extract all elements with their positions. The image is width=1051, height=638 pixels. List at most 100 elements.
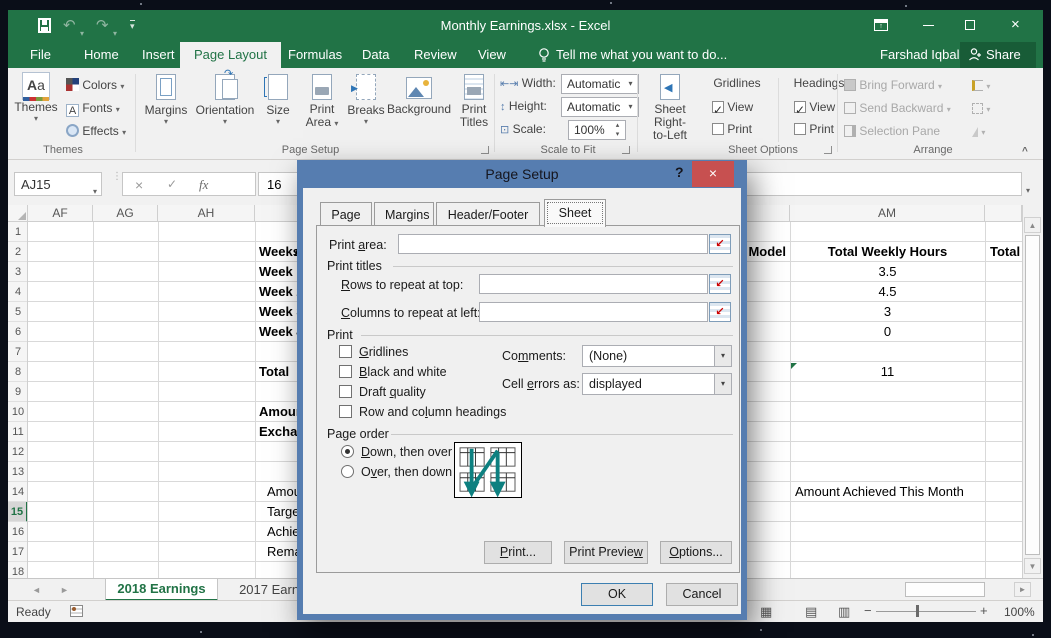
page-setup-dialog-launcher-icon[interactable] <box>481 146 489 154</box>
row-header[interactable]: 6 <box>8 322 28 342</box>
print-area-button[interactable]: Print Area ▾ <box>300 74 344 130</box>
tab-page-layout[interactable]: Page Layout <box>180 42 281 68</box>
row-header[interactable]: 5 <box>8 302 28 322</box>
fonts-button[interactable]: A Fonts ▾ <box>66 97 120 119</box>
vertical-scroll-thumb[interactable] <box>1025 235 1040 555</box>
gridlines-print-checkbox[interactable]: Print <box>712 118 752 140</box>
zoom-in-icon[interactable]: + <box>980 603 988 618</box>
sheet-nav-right-icon[interactable]: ► <box>60 585 69 595</box>
row-column-headings-checkbox[interactable] <box>339 405 352 418</box>
name-box-splitter[interactable]: ⋮ <box>112 174 122 180</box>
confirm-entry-icon[interactable]: ✓ <box>167 177 177 191</box>
draft-quality-checkbox[interactable] <box>339 385 352 398</box>
send-backward-button[interactable]: Send Backward ▾ <box>844 97 951 119</box>
align-button[interactable]: ▾ <box>972 74 990 96</box>
vertical-scrollbar[interactable]: ▲ ▼ <box>1022 205 1042 578</box>
comments-dropdown[interactable]: (None)▾ <box>582 345 732 367</box>
print-button[interactable]: Print... <box>484 541 552 564</box>
width-combo-caret-icon[interactable]: ▾ <box>623 75 638 93</box>
macro-record-icon[interactable] <box>70 605 83 617</box>
zoom-slider-thumb[interactable] <box>916 605 919 617</box>
zoom-slider[interactable] <box>876 611 976 612</box>
insert-function-icon[interactable]: fx <box>199 177 208 193</box>
maximize-button[interactable] <box>965 20 975 30</box>
orientation-button[interactable]: ↷ Orientation▾ <box>194 74 256 126</box>
scale-spin-icons[interactable]: ▴▾ <box>610 121 625 139</box>
col-header-ag[interactable]: AG <box>93 205 158 222</box>
width-combo[interactable]: Automatic▾ <box>561 74 639 94</box>
zoom-level[interactable]: 100% <box>1004 605 1035 619</box>
dialog-close-icon[interactable]: × <box>692 161 734 187</box>
print-preview-button[interactable]: Print Preview <box>564 541 648 564</box>
cell-errors-dropdown[interactable]: displayed▾ <box>582 373 732 395</box>
comments-dropdown-caret-icon[interactable]: ▾ <box>714 346 731 366</box>
select-all-corner[interactable] <box>8 205 28 222</box>
cell-am8[interactable]: 11 <box>790 362 985 382</box>
col-header-am[interactable]: AM <box>790 205 985 222</box>
dialog-tab-page[interactable]: Page <box>320 202 372 226</box>
col-header-an[interactable] <box>985 205 1022 222</box>
effects-button[interactable]: Effects ▾ <box>66 120 126 142</box>
breaks-button[interactable]: ▶ Breaks▾ <box>346 74 386 126</box>
cell-am4[interactable]: 4.5 <box>790 282 985 302</box>
collapse-ribbon-icon[interactable]: ^ <box>1022 146 1028 157</box>
row-header[interactable]: 16 <box>8 522 28 542</box>
horizontal-scroll-thumb[interactable] <box>905 582 985 597</box>
group-objects-button[interactable]: ▾ <box>972 97 990 119</box>
cols-repeat-input[interactable] <box>479 302 708 322</box>
cell-an2[interactable]: Total <box>990 242 1020 262</box>
height-combo-caret-icon[interactable]: ▾ <box>623 98 638 116</box>
dialog-tab-sheet[interactable]: Sheet <box>544 199 606 227</box>
name-box-caret-icon[interactable]: ▾ <box>93 181 97 199</box>
row-header[interactable]: 2 <box>8 242 28 262</box>
cell-am5[interactable]: 3 <box>790 302 985 322</box>
height-combo[interactable]: Automatic▾ <box>561 97 639 117</box>
cell-errors-dropdown-caret-icon[interactable]: ▾ <box>714 374 731 394</box>
headings-print-checkbox[interactable]: Print <box>794 118 834 140</box>
row-header[interactable]: 13 <box>8 462 28 482</box>
dialog-tab-header-footer[interactable]: Header/Footer <box>436 202 540 226</box>
sheet-rtl-button[interactable]: ◀ Sheet Right-to-Left <box>642 74 698 142</box>
cell-ah8[interactable]: Total <box>259 362 289 382</box>
col-header-ah[interactable]: AH <box>158 205 255 222</box>
tab-home[interactable]: Home <box>70 42 133 68</box>
cancel-button[interactable]: Cancel <box>666 583 738 606</box>
tell-me-box[interactable]: Tell me what you want to do... <box>556 47 727 62</box>
scroll-up-icon[interactable]: ▲ <box>1024 217 1041 233</box>
selection-pane-button[interactable]: Selection Pane <box>844 120 940 142</box>
bring-forward-button[interactable]: Bring Forward ▾ <box>844 74 942 96</box>
print-area-input[interactable] <box>398 234 708 254</box>
tab-review[interactable]: Review <box>400 42 471 68</box>
over-then-down-radio[interactable] <box>341 465 354 478</box>
name-box[interactable]: AJ15 ▾ <box>14 172 102 196</box>
row-header[interactable]: 17 <box>8 542 28 562</box>
row-header[interactable]: 11 <box>8 422 28 442</box>
black-and-white-checkbox[interactable] <box>339 365 352 378</box>
row-header[interactable]: 15 <box>8 502 28 522</box>
margins-button[interactable]: Margins▾ <box>140 74 192 126</box>
row-header[interactable]: 3 <box>8 262 28 282</box>
normal-view-icon[interactable]: ▦ <box>760 604 772 620</box>
rows-repeat-input[interactable] <box>479 274 708 294</box>
close-button[interactable]: × <box>1011 16 1020 33</box>
scale-to-fit-dialog-launcher-icon[interactable] <box>622 146 630 154</box>
ok-button[interactable]: OK <box>581 583 653 606</box>
page-layout-view-icon[interactable]: ▤ <box>805 604 817 620</box>
cell-am2[interactable]: Total Weekly Hours <box>790 242 985 262</box>
scroll-down-icon[interactable]: ▼ <box>1024 558 1041 574</box>
gridlines-checkbox[interactable] <box>339 345 352 358</box>
minimize-button[interactable] <box>923 25 934 26</box>
row-header[interactable]: 12 <box>8 442 28 462</box>
options-button[interactable]: Options... <box>660 541 732 564</box>
col-header-af[interactable]: AF <box>28 205 93 222</box>
sheet-nav-left-icon[interactable]: ◄ <box>32 585 41 595</box>
row-header[interactable]: 7 <box>8 342 28 362</box>
tab-formulas[interactable]: Formulas <box>274 42 356 68</box>
row-header[interactable]: 10 <box>8 402 28 422</box>
dialog-help-icon[interactable]: ? <box>675 164 684 180</box>
cancel-entry-icon[interactable]: × <box>135 177 143 193</box>
page-break-view-icon[interactable]: ▥ <box>838 604 850 620</box>
background-button[interactable]: Background <box>386 74 452 116</box>
down-then-over-radio[interactable] <box>341 445 354 458</box>
scale-spinner[interactable]: 100% ▴▾ <box>568 120 626 140</box>
